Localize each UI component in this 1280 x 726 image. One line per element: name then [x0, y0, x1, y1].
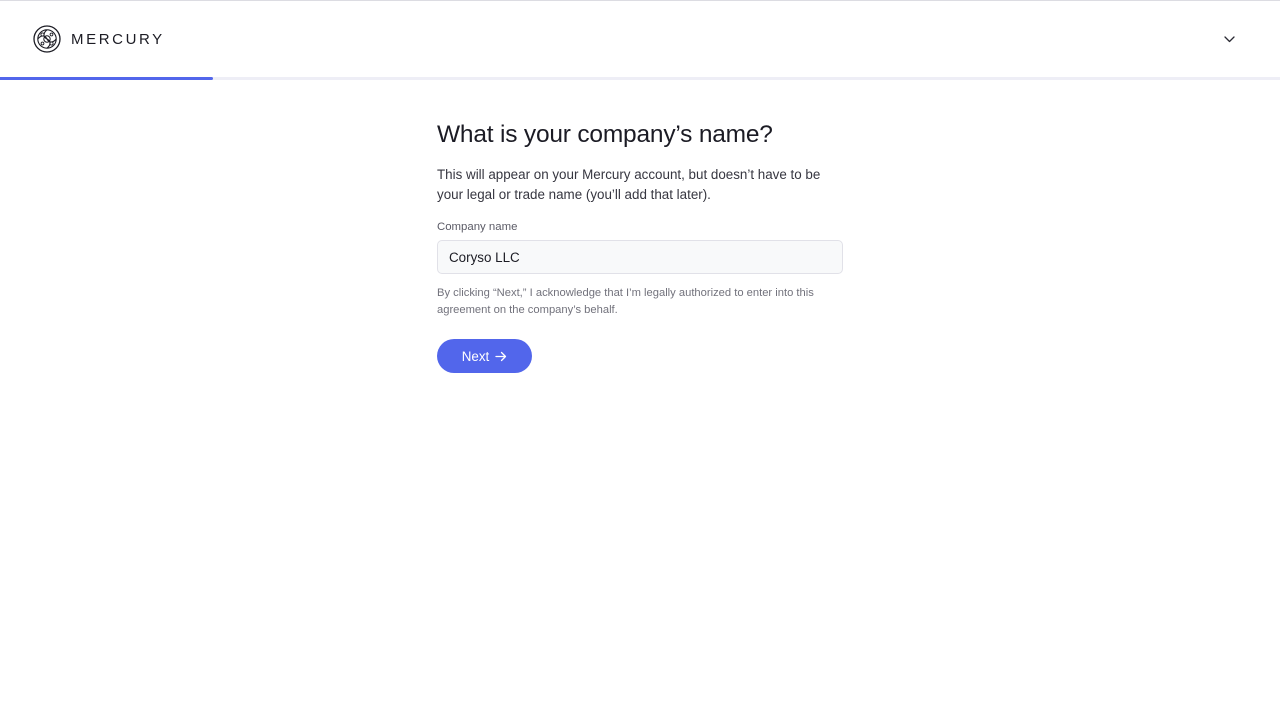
next-button[interactable]: Next — [437, 339, 532, 373]
authorization-disclaimer: By clicking “Next,” I acknowledge that I… — [437, 287, 814, 316]
page-subtitle: This will appear on your Mercury account… — [437, 167, 821, 202]
page-title: What is your company’s name? — [437, 121, 773, 148]
next-button-label: Next — [461, 348, 490, 364]
company-name-input[interactable] — [437, 240, 843, 274]
arrow-right-icon — [495, 351, 507, 361]
brand[interactable]: MERCURY — [33, 25, 165, 53]
brand-name: MERCURY — [71, 30, 165, 48]
account-menu-toggle[interactable] — [1218, 28, 1240, 50]
company-name-form: What is your company’s name? This will a… — [437, 118, 843, 373]
progress-fill — [0, 77, 213, 80]
mercury-logo-icon — [33, 25, 61, 53]
progress-track — [0, 77, 1280, 80]
chevron-down-icon — [1223, 35, 1235, 42]
top-bar: MERCURY — [0, 1, 1280, 77]
company-name-label: Company name — [437, 221, 518, 233]
